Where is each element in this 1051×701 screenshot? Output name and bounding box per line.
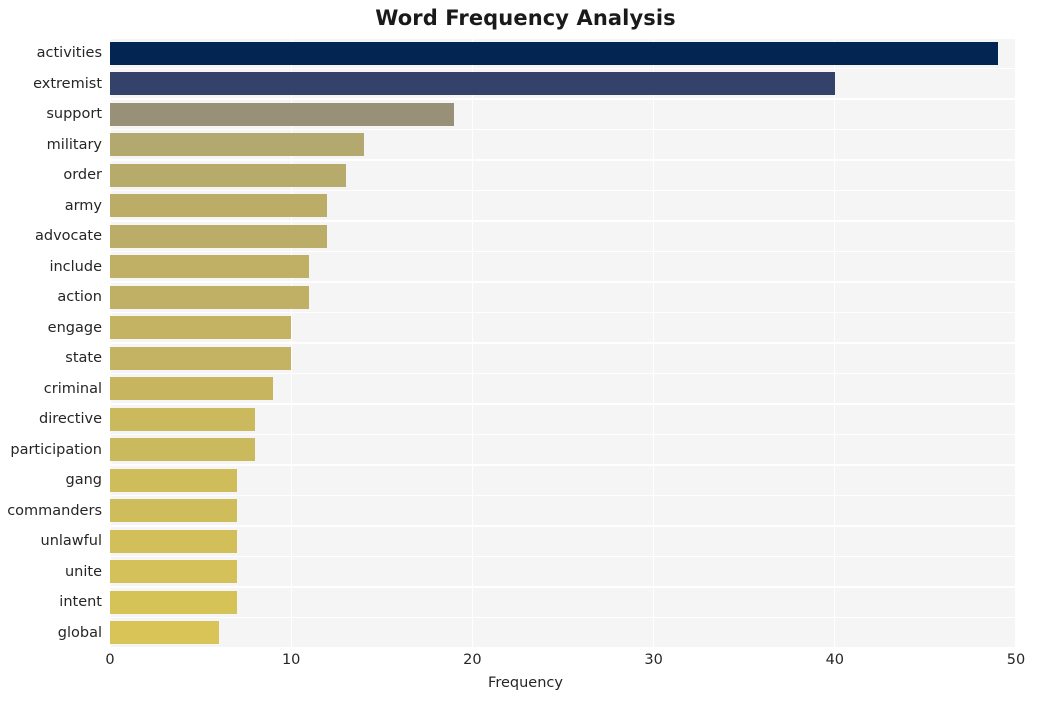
plot-area [110, 38, 1016, 648]
y-axis-tick-label: support [46, 106, 102, 122]
x-axis-tick-label: 10 [281, 652, 301, 668]
bar [110, 224, 328, 248]
bar [110, 560, 237, 584]
bar [110, 72, 835, 96]
y-axis-labels: activities extremist support military order a… [0, 38, 102, 648]
y-axis-tick-label: activities [36, 45, 102, 61]
y-axis-tick-label: engage [47, 319, 102, 336]
bar [110, 377, 274, 401]
y-axis-tick-label: directive [39, 411, 102, 427]
x-axis-tick-label: 20 [463, 652, 482, 668]
y-axis-tick-label: action [57, 289, 102, 305]
bar [110, 621, 219, 645]
page-title: Word Frequency Analysis [375, 6, 676, 30]
bar [110, 316, 292, 340]
bar [110, 102, 455, 126]
y-axis-tick-label: state [65, 350, 102, 366]
bar [110, 285, 310, 309]
y-axis-tick-label: include [49, 258, 102, 275]
x-axis-tick-label: 40 [825, 652, 845, 668]
x-axis-tick-label: 30 [644, 652, 663, 668]
bar [110, 346, 292, 370]
y-axis-tick-label: criminal [43, 380, 102, 397]
bar [110, 255, 310, 279]
x-axis-tick-label: 50 [1006, 652, 1026, 668]
bar [110, 468, 237, 492]
bar [110, 163, 346, 187]
bars-layer [110, 38, 1016, 648]
y-axis-tick-label: intent [59, 594, 102, 610]
chart-figure: Word Frequency Analysis activities extrem… [0, 0, 1051, 701]
y-axis-tick-label: commanders [7, 502, 102, 519]
bar [110, 407, 255, 431]
x-axis-tick-label: 0 [105, 652, 115, 668]
y-axis-tick-label: gang [65, 472, 102, 488]
y-axis-tick-label: military [46, 136, 102, 153]
bar [110, 41, 998, 65]
bar [110, 529, 237, 553]
y-axis-tick-label: order [63, 167, 102, 183]
x-axis-title: Frequency [488, 675, 563, 691]
bar [110, 133, 364, 157]
bar [110, 194, 328, 218]
y-axis-tick-label: unlawful [40, 533, 102, 549]
y-axis-tick-label: participation [10, 441, 102, 458]
bar [110, 438, 255, 462]
y-axis-tick-label: army [64, 197, 102, 214]
y-axis-tick-label: unite [64, 563, 102, 580]
x-axis-tick-labels: 0 10 20 30 40 50 [0, 652, 1051, 674]
y-axis-tick-label: extremist [33, 75, 102, 92]
bar [110, 590, 237, 614]
bar [110, 499, 237, 523]
y-axis-tick-label: advocate [34, 228, 102, 244]
y-axis-tick-label: global [57, 624, 102, 641]
